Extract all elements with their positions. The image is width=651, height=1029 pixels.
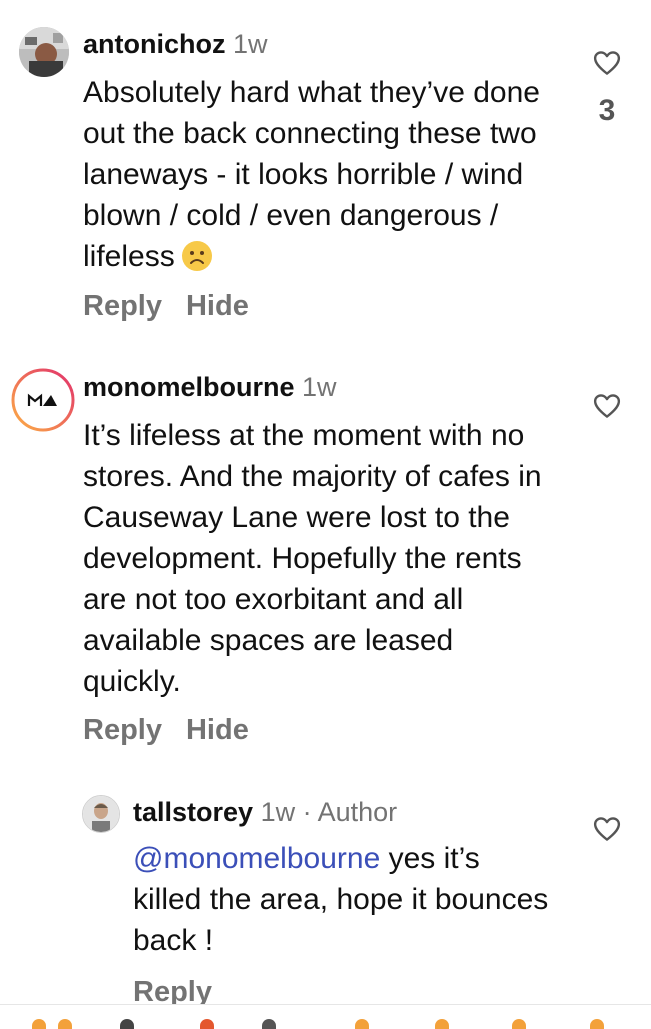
username[interactable]: monomelbourne xyxy=(83,372,295,402)
emoji-reaction-bar xyxy=(0,1004,651,1029)
comment-text: Absolutely hard what they’ve done out th… xyxy=(83,72,543,277)
comment-actions: Reply Hide xyxy=(83,714,273,747)
heart-outline-icon[interactable] xyxy=(592,391,622,421)
emoji-icon[interactable] xyxy=(200,1019,214,1029)
comment-text: It’s lifeless at the moment with no stor… xyxy=(83,415,553,702)
reply-text: @monomelbourne yes it’s killed the area,… xyxy=(133,838,553,961)
timestamp: 1w xyxy=(260,797,296,827)
author-badge: · Author xyxy=(302,797,398,827)
username[interactable]: tallstorey xyxy=(133,797,253,827)
reply-header: tallstorey 1w · Author xyxy=(133,796,397,828)
emoji-icon[interactable] xyxy=(262,1019,276,1029)
avatar-photo-icon xyxy=(83,796,119,832)
sad-face-emoji-icon xyxy=(181,240,213,272)
avatar-tallstorey[interactable] xyxy=(82,795,120,833)
heart-outline-icon[interactable] xyxy=(592,48,622,78)
hide-button[interactable]: Hide xyxy=(186,714,249,746)
heart-outline-icon[interactable] xyxy=(592,814,622,844)
username[interactable]: antonichoz xyxy=(83,29,226,59)
comment-text-content: Absolutely hard what they’ve done out th… xyxy=(83,76,540,273)
emoji-icon[interactable] xyxy=(355,1019,369,1029)
comment-header: antonichoz 1w xyxy=(83,28,268,60)
comment-text-content: It’s lifeless at the moment with no stor… xyxy=(83,419,542,698)
emoji-icon[interactable] xyxy=(120,1019,134,1029)
reply-button[interactable]: Reply xyxy=(83,290,162,322)
emoji-icon[interactable] xyxy=(435,1019,449,1029)
comment-header: monomelbourne 1w xyxy=(83,371,337,403)
emoji-icon[interactable] xyxy=(590,1019,604,1029)
hide-button[interactable]: Hide xyxy=(186,290,249,322)
reply-button[interactable]: Reply xyxy=(83,714,162,746)
like-count: 3 xyxy=(598,94,616,127)
timestamp: 1w xyxy=(302,372,337,402)
avatar-photo-icon xyxy=(19,27,69,77)
emoji-icon[interactable] xyxy=(512,1019,526,1029)
avatar-monomelbourne[interactable] xyxy=(11,368,75,432)
emoji-icon[interactable] xyxy=(58,1019,72,1029)
story-ring-avatar-icon xyxy=(11,368,75,432)
comment-actions: Reply Hide xyxy=(83,290,273,323)
timestamp: 1w xyxy=(233,29,268,59)
emoji-icon[interactable] xyxy=(32,1019,46,1029)
mention-link[interactable]: @monomelbourne xyxy=(133,842,380,875)
avatar-antonichoz[interactable] xyxy=(19,27,69,77)
